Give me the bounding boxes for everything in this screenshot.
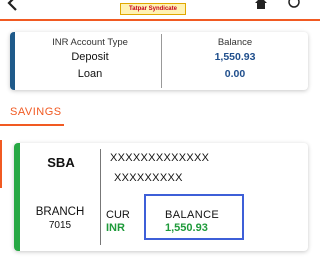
balance-label: BALANCE: [165, 209, 220, 221]
currency-label: CUR: [106, 209, 130, 221]
savings-account-card[interactable]: SBA XXXXXXXXXXXXX XXXXXXXXX BRANCH 7015 …: [14, 143, 308, 251]
summary-row-deposit-balance[interactable]: 1,550.93: [185, 51, 285, 63]
branch-label: BRANCH: [35, 206, 85, 218]
account-number-line1: XXXXXXXXXXXXX: [110, 152, 210, 164]
savings-underline: [0, 124, 64, 126]
power-icon[interactable]: [287, 0, 301, 8]
branch-code: 7015: [48, 220, 72, 231]
currency-value: INR: [106, 222, 125, 234]
bank-logo: Tatpar Syndicate: [120, 3, 186, 15]
summary-row-deposit-type[interactable]: Deposit: [40, 51, 140, 63]
summary-row-loan-balance[interactable]: 0.00: [185, 68, 285, 80]
bottom-spacer: [0, 268, 320, 279]
app-header: Tatpar Syndicate: [0, 0, 320, 20]
account-summary-card: INR Account Type Balance Deposit 1,550.9…: [10, 32, 308, 90]
home-icon[interactable]: [254, 0, 268, 10]
header-divider: [0, 19, 320, 21]
summary-row-loan-type[interactable]: Loan: [40, 68, 140, 80]
savings-section-title: SAVINGS: [10, 106, 62, 118]
summary-accent-bar: [10, 32, 15, 90]
balance-header: Balance: [217, 37, 253, 48]
account-type: SBA: [47, 155, 75, 170]
back-arrow-icon[interactable]: [4, 0, 22, 12]
balance-value: 1,550.93: [165, 222, 208, 234]
account-accent-bar: [14, 143, 20, 251]
summary-divider: [161, 34, 162, 88]
account-divider: [100, 149, 101, 245]
account-type-header: INR Account Type: [52, 37, 128, 48]
section-edge-marker: [0, 140, 2, 188]
account-number-line2: XXXXXXXXX: [114, 172, 183, 184]
